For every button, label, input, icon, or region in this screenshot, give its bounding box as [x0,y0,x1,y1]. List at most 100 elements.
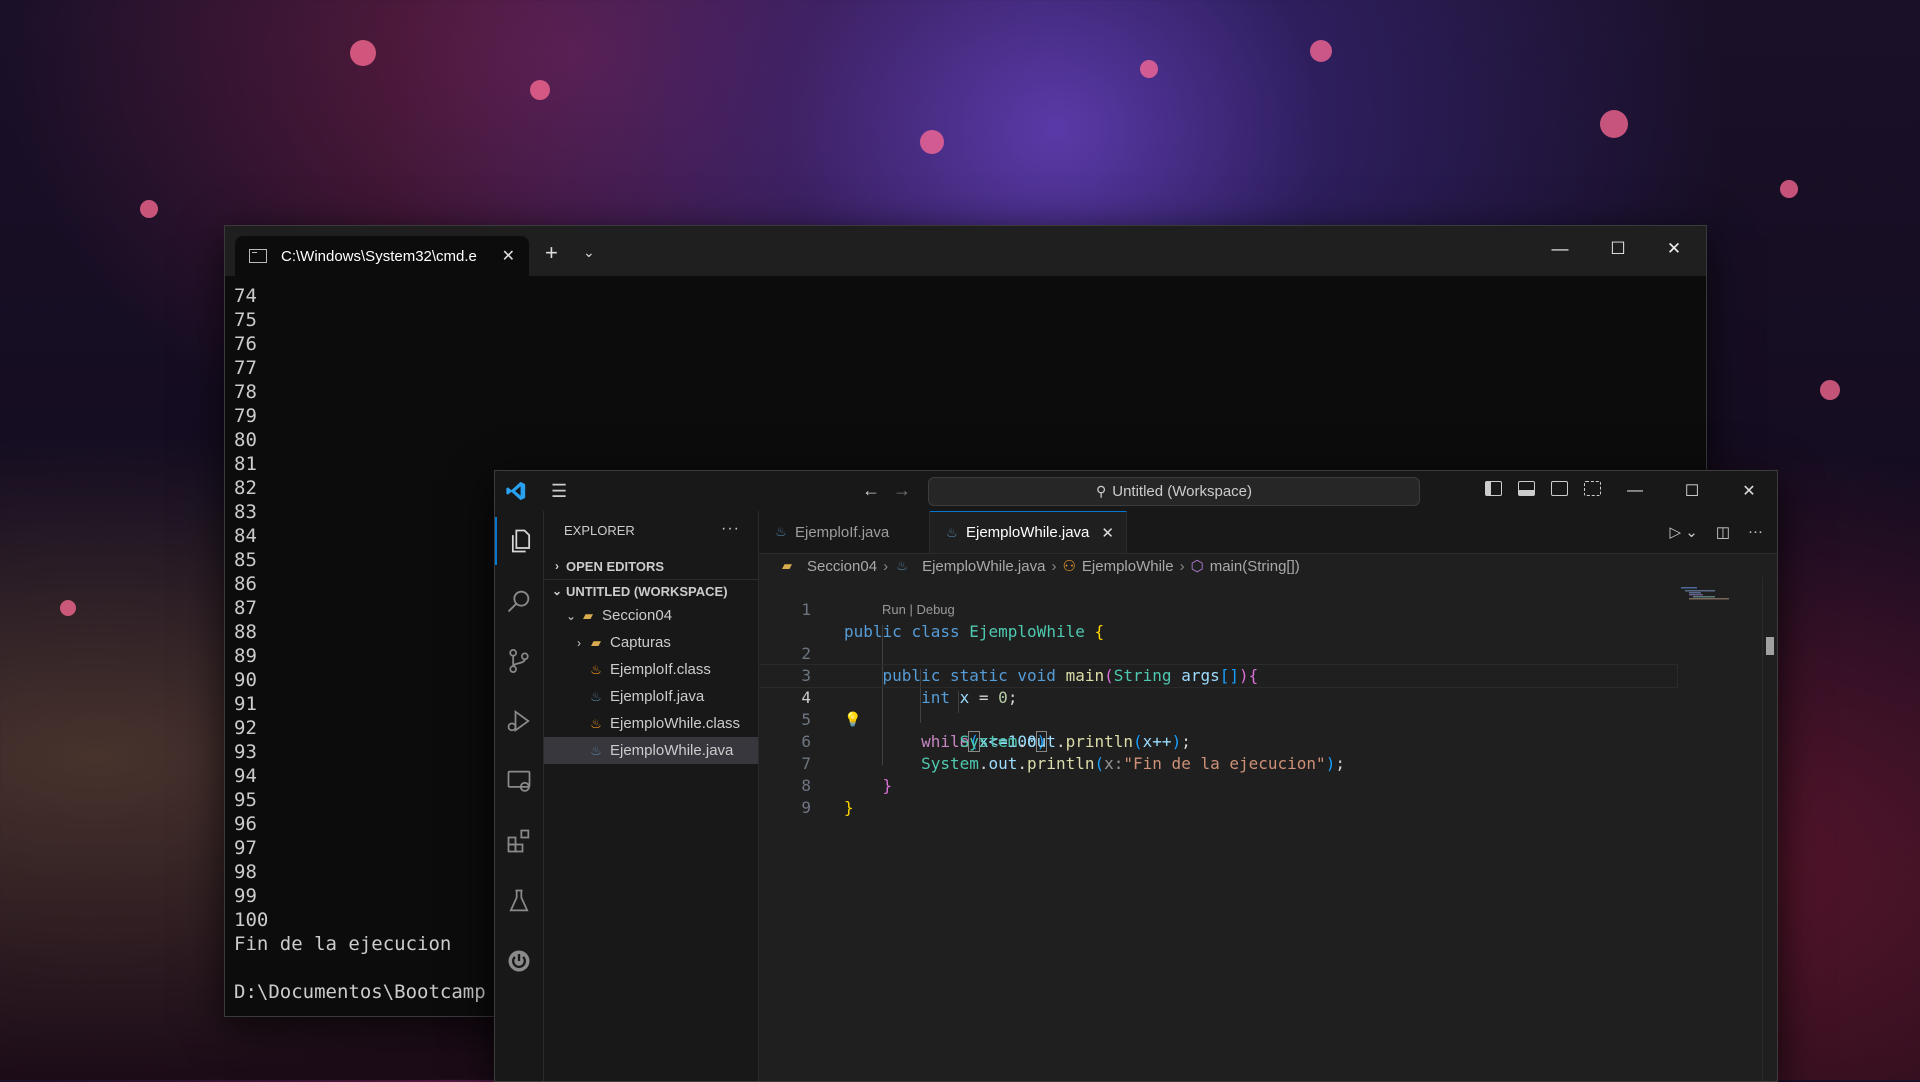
tab-ejemplowhile-java[interactable]: ♨ EjemploWhile.java ✕ [930,511,1127,553]
wallpaper-blossom [140,200,158,218]
file-ejemplowhile-class[interactable]: ♨ EjemploWhile.class [544,710,758,737]
terminal-output[interactable]: 74 75 76 77 78 79 80 81 82 83 84 85 86 87 88 89 90 91 92 93… [234,284,486,1004]
close-window-button[interactable]: ✕ [1646,226,1702,272]
folder-seccion04[interactable]: ⌄ ▰ Seccion04 [544,602,758,629]
close-tab-icon[interactable]: ✕ [1101,524,1114,542]
vscode-window[interactable]: ☰ ← → ⚲ Untitled (Workspace) — ☐ ✕ EXPLO… [494,470,1778,1082]
wallpaper-blossom [60,600,76,616]
terminal-output-line: 87 [234,597,257,619]
open-editors-label: OPEN EDITORS [566,558,665,574]
chevron-down-icon: ⌄ [565,608,577,623]
java-file-icon: ♨ [946,524,958,540]
code-token: } [844,798,854,817]
breadcrumb-item[interactable]: main(String[]) [1210,558,1300,575]
terminal-output-line: 92 [234,717,257,739]
extensions-icon[interactable] [495,817,543,865]
vscode-maximize-button[interactable]: ☐ [1664,471,1720,511]
terminal-output-line: 89 [234,645,257,667]
customize-layout-icon[interactable] [1584,481,1601,496]
folder-label: Seccion04 [602,607,673,624]
explorer-header: EXPLORER ··· [544,511,758,549]
breadcrumb-item[interactable]: EjemploWhile [1082,558,1174,575]
breadcrumb-item[interactable]: EjemploWhile.java [922,558,1045,575]
remote-explorer-icon[interactable] [495,757,543,805]
code-line: 5 System.out.println(x++); [759,687,1677,751]
breadcrumb-item[interactable]: Seccion04 [807,558,877,575]
forward-arrow-icon[interactable]: → [893,480,911,501]
search-icon[interactable] [495,577,543,625]
testing-icon[interactable] [495,877,543,925]
code-line: 8 } [759,753,1677,817]
activity-bar [495,511,544,1081]
split-editor-icon[interactable]: ◫ [1716,523,1730,541]
terminal-tab-title: C:\Windows\System32\cmd.e [281,247,477,265]
vscode-minimize-button[interactable]: — [1607,471,1663,511]
terminal-output-line: 94 [234,765,257,787]
close-tab-icon[interactable]: ✕ [502,246,515,266]
tab-label: EjemploIf.java [795,523,890,541]
wallpaper-blossom [530,80,550,100]
maximize-button[interactable]: ☐ [1590,226,1646,272]
run-icon[interactable]: ▷ ⌄ [1670,523,1698,541]
tab-ejemploif-java[interactable]: ♨ EjemploIf.java [759,511,930,553]
new-tab-button[interactable]: + [545,240,558,266]
explorer-sidebar: EXPLORER ··· › OPEN EDITORS ⌄ UNTITLED (… [544,511,759,1081]
code-editor[interactable]: 1 public class EjemploWhile { Run | Debu… [758,577,1777,1081]
source-control-icon[interactable] [495,637,543,685]
console-icon [249,249,267,263]
run-debug-icon[interactable] [495,697,543,745]
toggle-panel-icon[interactable] [1518,481,1535,496]
code-line: 3 int x = 0; [759,643,1677,707]
java-file-icon: ♨ [896,558,908,573]
tab-dropdown-button[interactable]: ⌄ [583,244,595,261]
terminal-output-line: 98 [234,861,257,883]
explorer-title: EXPLORER [564,522,635,538]
vscode-titlebar[interactable]: ☰ ← → ⚲ Untitled (Workspace) — ☐ ✕ [495,471,1777,512]
folder-icon: ▰ [591,634,601,650]
terminal-output-line: 74 [234,285,257,307]
command-center-search[interactable]: ⚲ Untitled (Workspace) [928,477,1420,506]
vertical-scrollbar[interactable] [1762,577,1777,1081]
more-actions-icon[interactable]: ··· [721,520,740,538]
toggle-sidebar-icon[interactable] [1485,481,1502,496]
java-file-icon: ♨ [590,742,602,758]
terminal-tab[interactable]: C:\Windows\System32\cmd.e ✕ [235,236,529,276]
toggle-secondary-sidebar-icon[interactable] [1551,481,1568,496]
terminal-output-line: 79 [234,405,257,427]
terminal-output-line: 78 [234,381,257,403]
terminal-output-line: 93 [234,741,257,763]
method-symbol-icon: ⬡ [1190,558,1204,575]
terminal-output-line: 90 [234,669,257,691]
codelens-run-debug[interactable]: Run | Debug [882,601,955,619]
terminal-output-line: D:\Documentos\Bootcamp [234,981,486,1003]
minimap[interactable] [1681,587,1733,601]
breadcrumb: ▰ Seccion04 › ♨ EjemploWhile.java › ⚇ Ej… [759,554,1777,578]
code-line: 2 public static void main(String args[])… [759,621,1677,685]
editor-tabs: ♨ EjemploIf.java ♨ EjemploWhile.java ✕ ▷… [759,511,1777,554]
folder-capturas[interactable]: › ▰ Capturas [544,629,758,656]
back-arrow-icon[interactable]: ← [862,480,880,501]
wallpaper-blossom [1820,380,1840,400]
wallpaper-blossom [1140,60,1158,78]
file-ejemploif-java[interactable]: ♨ EjemploIf.java [544,683,758,710]
menu-icon[interactable]: ☰ [551,481,567,502]
line-number: 1 [801,600,811,619]
minimize-button[interactable]: — [1532,226,1588,272]
file-ejemploif-class[interactable]: ♨ EjemploIf.class [544,656,758,683]
vscode-logo-icon [506,481,526,501]
spring-boot-icon[interactable] [495,937,543,985]
open-editors-section[interactable]: › OPEN EDITORS [544,555,758,577]
scrollbar-thumb[interactable] [1766,637,1774,655]
vscode-close-button[interactable]: ✕ [1721,471,1777,511]
workspace-section[interactable]: ⌄ UNTITLED (WORKSPACE) [544,579,758,602]
terminal-output-line: 86 [234,573,257,595]
workspace-title: Untitled (Workspace) [1112,483,1253,500]
file-label: EjemploIf.class [610,661,711,678]
folder-icon: ▰ [782,558,792,573]
terminal-titlebar[interactable]: C:\Windows\System32\cmd.e ✕ + ⌄ — ☐ ✕ [225,226,1706,276]
terminal-output-line: 96 [234,813,257,835]
explorer-icon[interactable] [495,517,545,565]
more-actions-icon[interactable]: ··· [1748,523,1763,541]
file-ejemplowhile-java[interactable]: ♨ EjemploWhile.java [544,737,758,764]
